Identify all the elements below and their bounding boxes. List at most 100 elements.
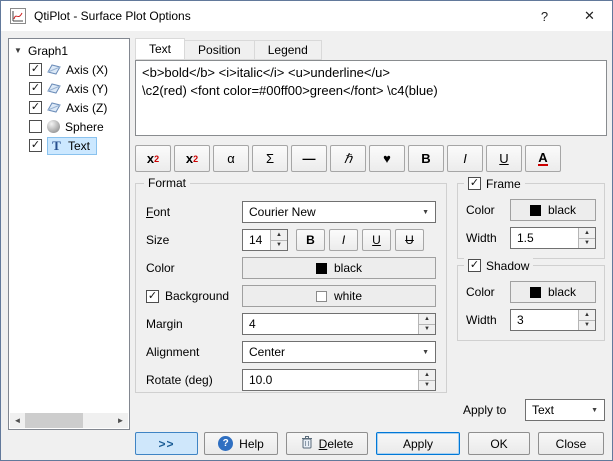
style-strikeout-button[interactable]: U (395, 229, 424, 251)
frame-color-button[interactable]: black (510, 199, 596, 221)
chevron-down-icon: ▼ (416, 349, 435, 356)
font-combobox[interactable]: Courier New ▼ (242, 201, 436, 223)
rotate-spinner-value: 10.0 (243, 370, 418, 390)
check-icon: ✓ (148, 291, 157, 302)
tree-root-row[interactable]: ▼ Graph1 (9, 41, 129, 60)
shadow-checkbox[interactable]: ✓ (468, 259, 481, 272)
axis-plane-icon (47, 101, 61, 114)
font-row: Font Courier New ▼ (146, 201, 436, 223)
rotate-spinner[interactable]: 10.0 ▲▼ (242, 369, 436, 391)
spin-down-icon[interactable]: ▼ (271, 241, 287, 251)
title-bar[interactable]: QtiPlot - Surface Plot Options ? ✕ (1, 1, 612, 31)
shadow-width-label: Width (466, 313, 510, 327)
apply-to-value: Text (532, 403, 554, 417)
expand-panel-button[interactable]: >> (135, 432, 198, 455)
alignment-row: Alignment Center ▼ (146, 341, 436, 363)
spin-up-icon[interactable]: ▲ (579, 228, 595, 239)
spin-up-icon[interactable]: ▲ (579, 310, 595, 321)
editor-line-1: <b>bold</b> <i>italic</i> <u>underline</… (142, 64, 600, 82)
axis-y-checkbox[interactable]: ✓ (29, 82, 42, 95)
math-symbol-button[interactable]: — (291, 145, 327, 172)
shadow-color-button[interactable]: black (510, 281, 596, 303)
spin-down-icon[interactable]: ▼ (579, 239, 595, 249)
style-bold-button[interactable]: B (296, 229, 325, 251)
spin-down-icon[interactable]: ▼ (419, 325, 435, 335)
tree-horizontal-scrollbar[interactable]: ◄ ► (10, 413, 128, 428)
scroll-left-icon[interactable]: ◄ (10, 413, 25, 428)
upper-greek-button[interactable]: Σ (252, 145, 288, 172)
special-symbol-button[interactable]: ♥ (369, 145, 405, 172)
selected-item-highlight[interactable]: T Text (47, 137, 97, 155)
spin-down-icon[interactable]: ▼ (579, 321, 595, 331)
black-swatch (316, 263, 327, 274)
size-spinner[interactable]: 14 ▲▼ (242, 229, 288, 251)
size-label: Size (146, 233, 242, 247)
scroll-right-icon[interactable]: ► (113, 413, 128, 428)
text-color-value: black (334, 261, 362, 275)
shadow-group: ✓ Shadow Color black Width 3 ▲▼ (457, 265, 605, 341)
text-color-button[interactable]: black (242, 257, 436, 279)
spin-up-icon[interactable]: ▲ (419, 314, 435, 325)
tab-bar: Text Position Legend (135, 38, 322, 60)
background-checkbox[interactable]: ✓ (146, 290, 159, 303)
style-italic-button[interactable]: I (329, 229, 358, 251)
tree-item-axis-z[interactable]: ✓ Axis (Z) (9, 98, 129, 117)
background-color-button[interactable]: white (242, 285, 436, 307)
tree-item-axis-y[interactable]: ✓ Axis (Y) (9, 79, 129, 98)
tree-root-label: Graph1 (28, 44, 68, 58)
axis-x-checkbox[interactable]: ✓ (29, 63, 42, 76)
tree-item-label: Axis (X) (66, 63, 108, 77)
black-swatch (530, 287, 541, 298)
tree-item-label: Sphere (65, 120, 104, 134)
text-editor[interactable]: <b>bold</b> <i>italic</i> <u>underline</… (135, 60, 607, 136)
ok-button[interactable]: OK (468, 432, 530, 455)
size-row: Size 14 ▲▼ B I U U (146, 229, 436, 251)
window-close-button[interactable]: ✕ (567, 1, 612, 31)
help-button[interactable]: ? Help (204, 432, 278, 455)
text-checkbox[interactable]: ✓ (29, 139, 42, 152)
tree-item-sphere[interactable]: Sphere (9, 117, 129, 136)
sphere-checkbox[interactable] (29, 120, 42, 133)
tab-text[interactable]: Text (135, 38, 185, 60)
close-button[interactable]: Close (538, 432, 604, 455)
color-label: Color (146, 261, 242, 275)
format-toolbar: x2 x2 α Σ — ℏ ♥ B I U A (135, 145, 561, 172)
tab-legend[interactable]: Legend (254, 40, 322, 60)
check-icon: ✓ (31, 140, 40, 151)
font-color-button[interactable]: A (525, 145, 561, 172)
text-icon: T (50, 139, 63, 152)
subscript-button[interactable]: x2 (135, 145, 171, 172)
italic-button[interactable]: I (447, 145, 483, 172)
axis-z-checkbox[interactable]: ✓ (29, 101, 42, 114)
tree-item-axis-x[interactable]: ✓ Axis (X) (9, 60, 129, 79)
rotate-row: Rotate (deg) 10.0 ▲▼ (146, 369, 436, 391)
tree-item-text[interactable]: ✓ T Text (9, 136, 129, 155)
superscript-button[interactable]: x2 (174, 145, 210, 172)
spin-up-icon[interactable]: ▲ (419, 370, 435, 381)
shadow-group-title: Shadow (486, 259, 529, 273)
frame-width-spinner[interactable]: 1.5 ▲▼ (510, 227, 596, 249)
alignment-combobox[interactable]: Center ▼ (242, 341, 436, 363)
axis-plane-icon (47, 82, 61, 95)
format-group: Format Font Courier New ▼ Size 14 ▲▼ B I… (135, 183, 447, 393)
spin-up-icon[interactable]: ▲ (271, 230, 287, 241)
shadow-width-spinner[interactable]: 3 ▲▼ (510, 309, 596, 331)
tab-position[interactable]: Position (184, 40, 255, 60)
margin-spinner[interactable]: 4 ▲▼ (242, 313, 436, 335)
font-combobox-value: Courier New (249, 205, 316, 219)
expander-icon[interactable]: ▼ (14, 46, 23, 55)
scrollbar-thumb[interactable] (25, 413, 83, 428)
lower-greek-button[interactable]: α (213, 145, 249, 172)
style-underline-button[interactable]: U (362, 229, 391, 251)
size-spinner-value: 14 (243, 230, 270, 250)
bold-button[interactable]: B (408, 145, 444, 172)
frame-checkbox[interactable]: ✓ (468, 177, 481, 190)
delete-button[interactable]: Delete (286, 432, 368, 455)
hbar-symbol-button[interactable]: ℏ (330, 145, 366, 172)
background-color-value: white (334, 289, 362, 303)
window-help-button[interactable]: ? (522, 1, 567, 31)
underline-button[interactable]: U (486, 145, 522, 172)
apply-to-combobox[interactable]: Text ▼ (525, 399, 605, 421)
apply-button[interactable]: Apply (376, 432, 460, 455)
spin-down-icon[interactable]: ▼ (419, 381, 435, 391)
